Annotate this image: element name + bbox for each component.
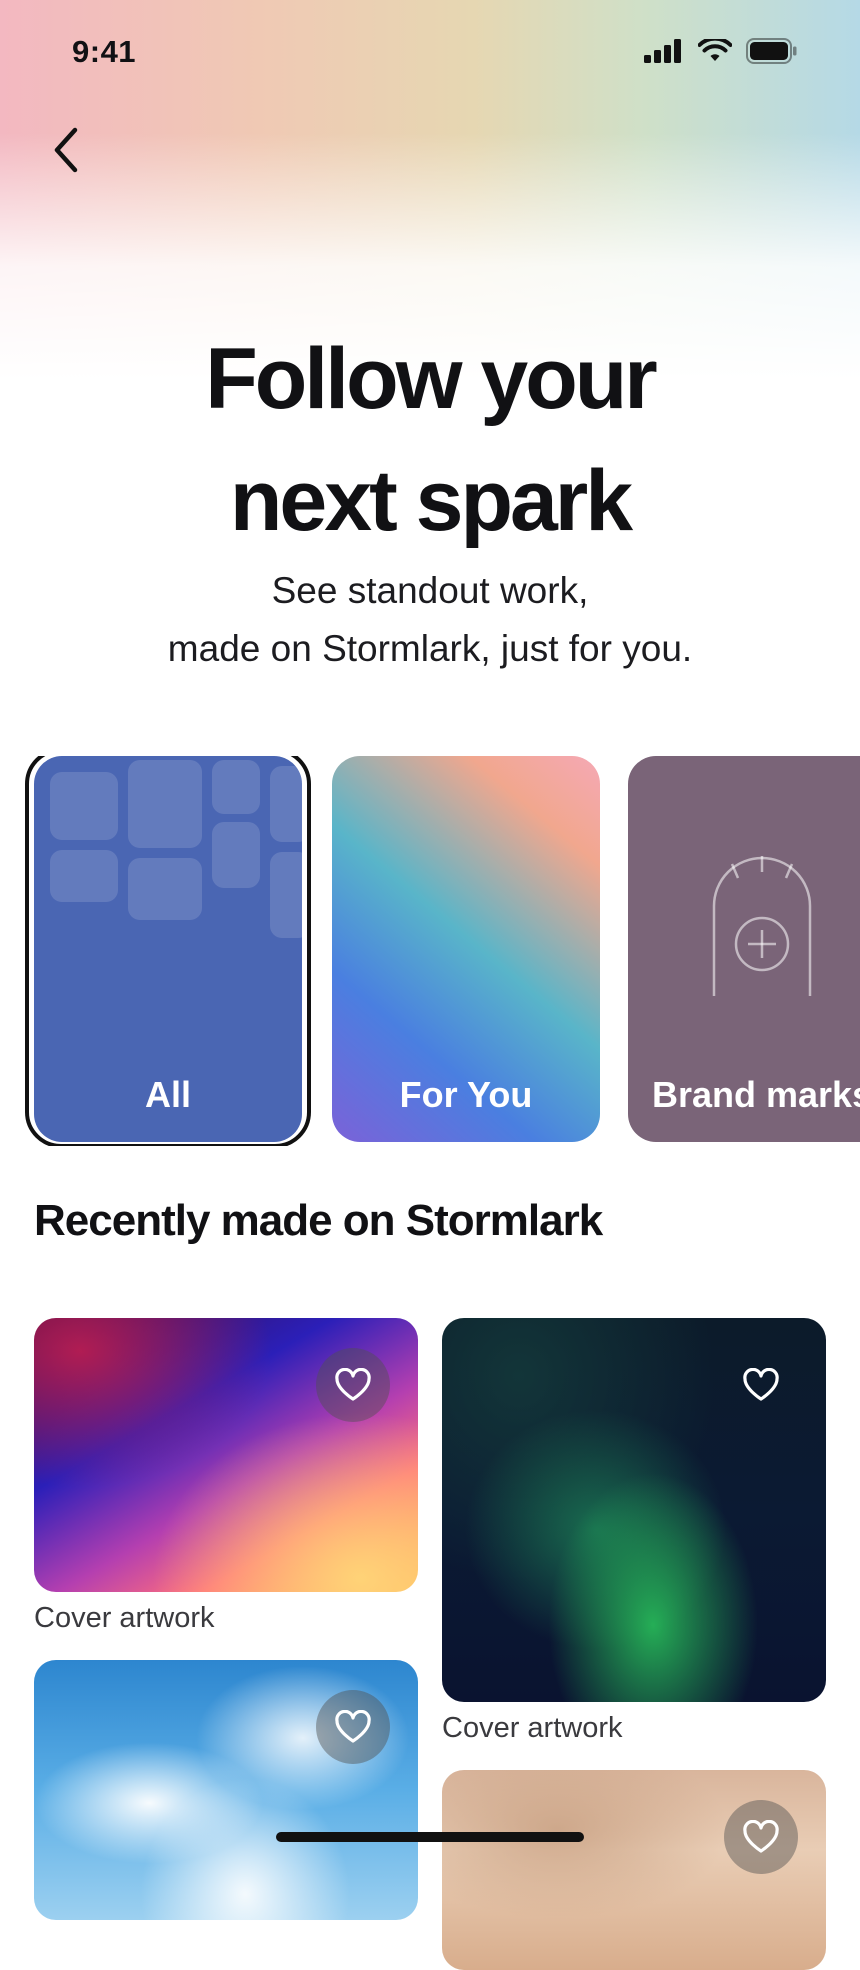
status-time: 9:41 (72, 34, 137, 69)
category-card-all[interactable]: All (34, 756, 302, 1142)
artwork-card[interactable] (34, 1660, 418, 1920)
favorite-button[interactable] (316, 1348, 390, 1422)
battery-icon (746, 38, 797, 64)
home-indicator[interactable] (276, 1832, 584, 1842)
section-title: Recently made on Stormlark (34, 1196, 603, 1245)
category-label-for-you: For You (399, 1074, 533, 1115)
tile-decoration (212, 760, 260, 814)
tile-decoration (50, 772, 118, 840)
heart-outline-icon (743, 1368, 779, 1401)
category-card-brand-marks[interactable]: Brand marks (628, 756, 860, 1142)
page-title-line2: next spark (229, 453, 633, 549)
tile-decoration (212, 822, 260, 888)
status-bar: 9:41 (0, 0, 860, 110)
category-carousel[interactable]: All For You Brand marks (0, 756, 860, 1146)
page-title: Follow your next spark (0, 318, 860, 562)
wifi-icon (698, 39, 732, 61)
back-button[interactable] (36, 120, 96, 180)
heart-outline-icon (743, 1820, 779, 1853)
artwork-caption: Cover artwork (442, 1712, 623, 1744)
tile-decoration (270, 766, 302, 842)
category-card-for-you[interactable]: For You (332, 756, 600, 1142)
page-subtitle: See standout work, made on Stormlark, ju… (0, 562, 860, 678)
heart-outline-icon (335, 1710, 371, 1743)
page-subtitle-line2: made on Stormlark, just for you. (167, 628, 693, 669)
status-icons (644, 38, 798, 64)
tile-decoration (270, 852, 302, 938)
favorite-button[interactable] (724, 1348, 798, 1422)
tile-decoration (128, 858, 202, 920)
tile-decoration (50, 850, 118, 902)
artwork-caption: Cover artwork (34, 1602, 215, 1634)
category-label-brand-marks: Brand marks (652, 1074, 860, 1115)
favorite-button[interactable] (316, 1690, 390, 1764)
cellular-signal-icon (644, 39, 681, 63)
artwork-card[interactable] (442, 1770, 826, 1970)
artwork-card[interactable] (34, 1318, 418, 1592)
page-subtitle-line1: See standout work, (271, 570, 589, 611)
favorite-button[interactable] (724, 1800, 798, 1874)
tile-decoration (128, 760, 202, 848)
artwork-card[interactable] (442, 1318, 826, 1702)
category-label-all: All (144, 1074, 191, 1115)
page-title-line1: Follow your (205, 331, 658, 427)
chevron-left-icon (54, 127, 78, 173)
heart-outline-icon (335, 1368, 371, 1401)
